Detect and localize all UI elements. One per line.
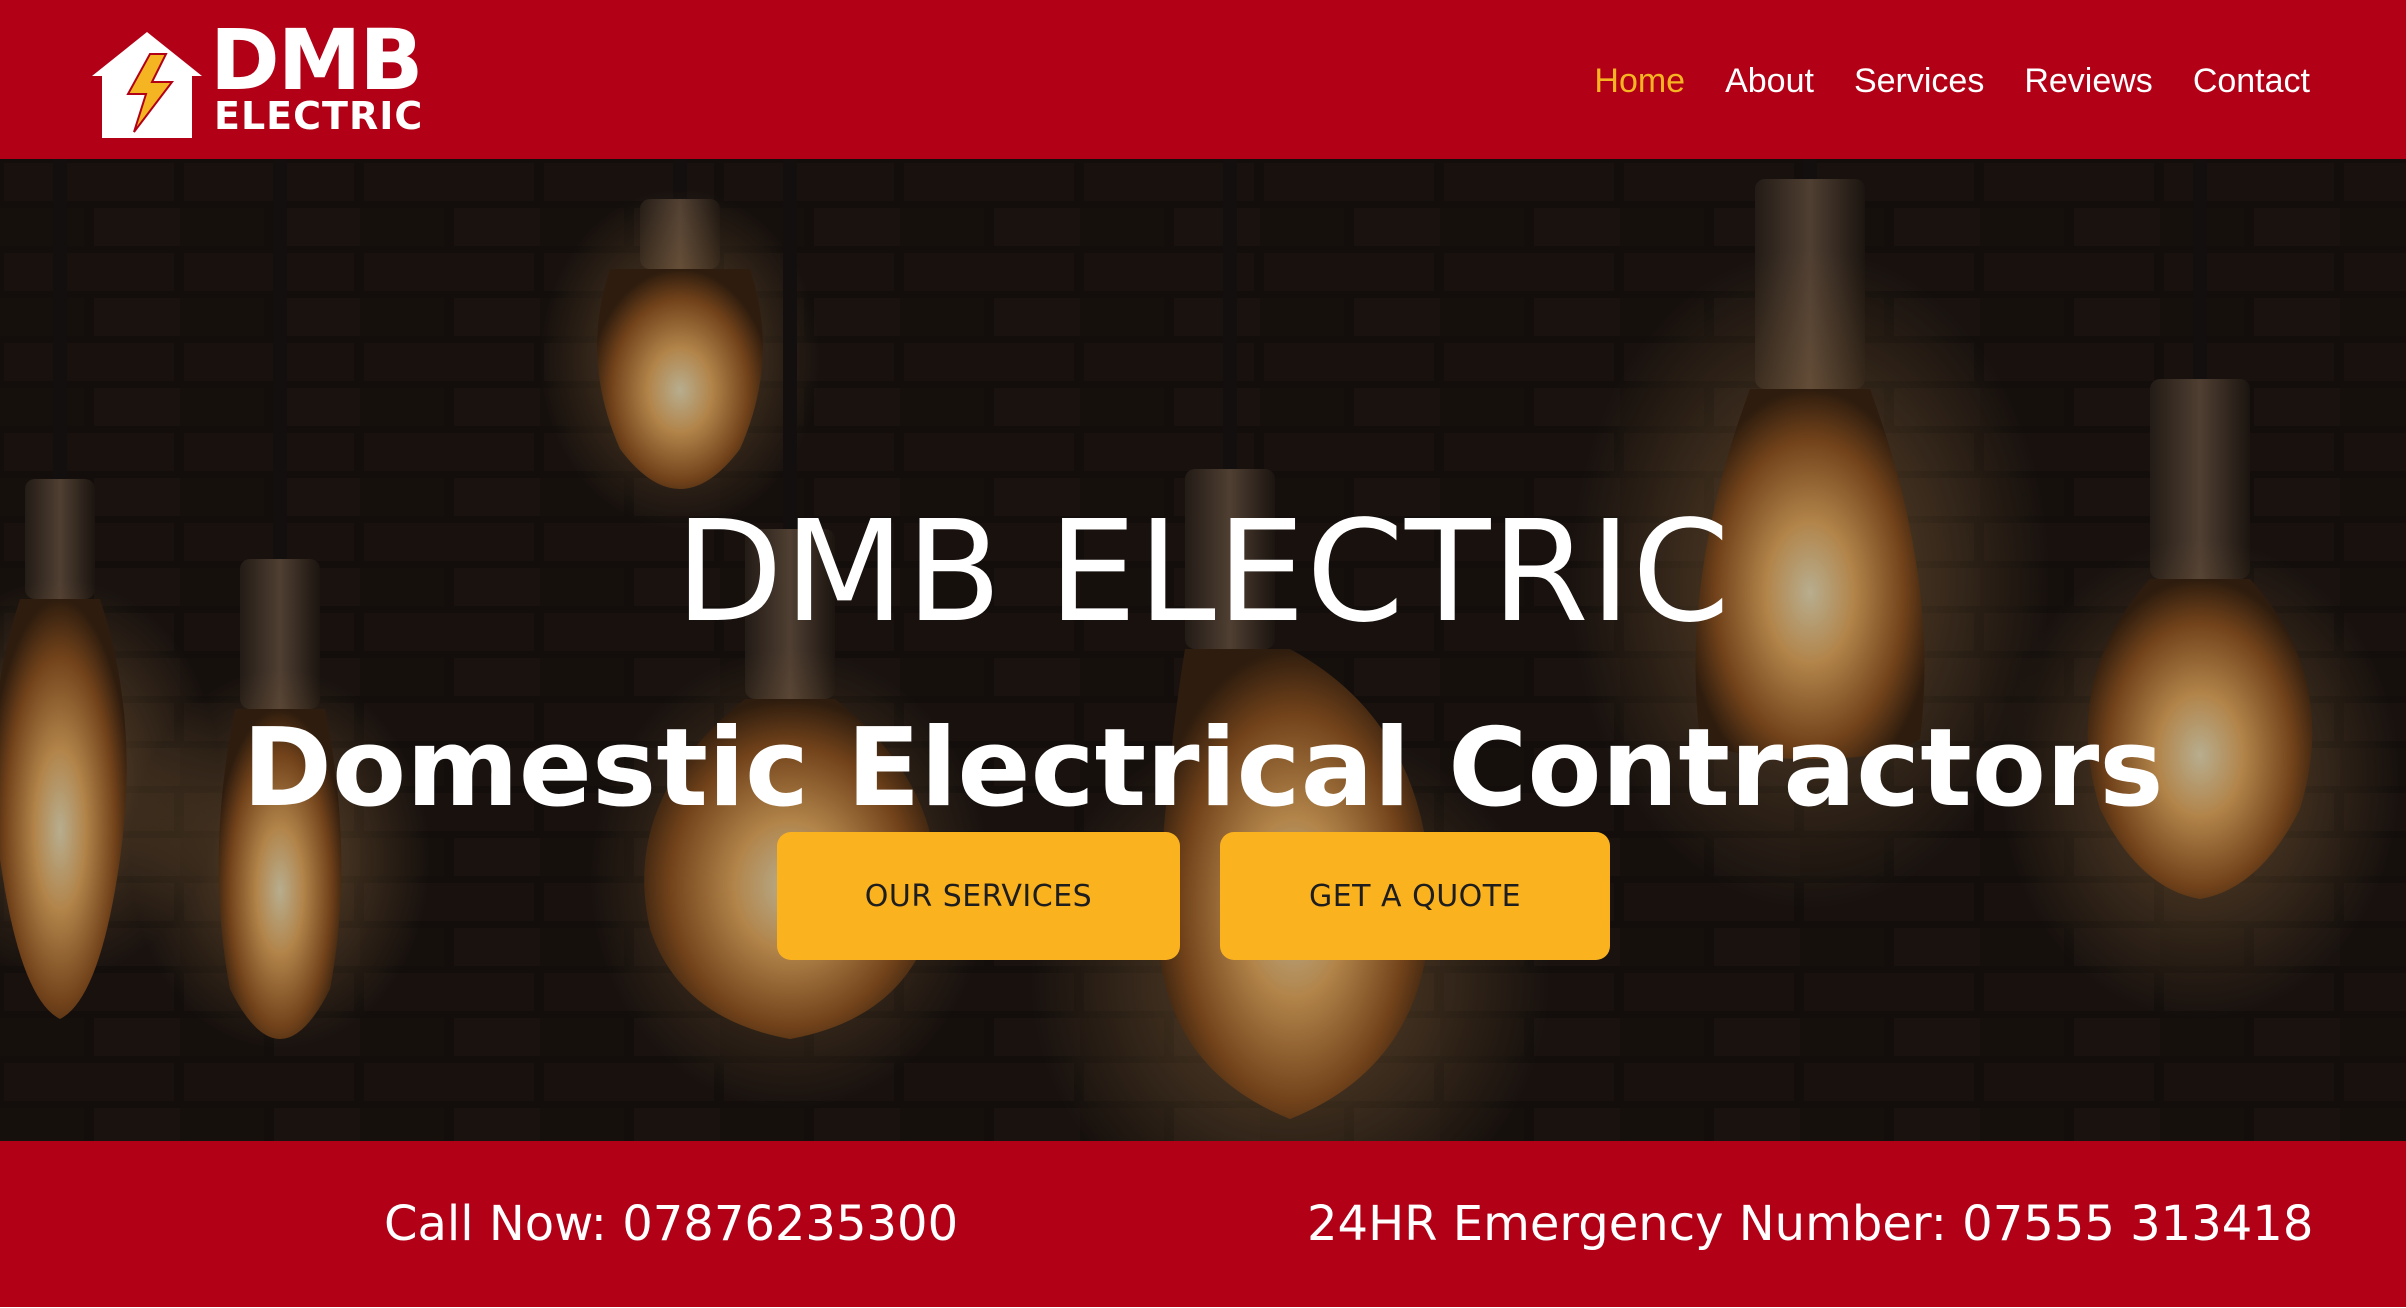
nav-home-link[interactable]: Home	[1594, 62, 1685, 101]
emergency-phone[interactable]: 24HR Emergency Number: 07555 313418	[1307, 1189, 2313, 1259]
logo-line-electric: ELECTRIC	[214, 94, 424, 138]
nav-about-link[interactable]: About	[1725, 62, 1814, 101]
house-lightning-icon	[92, 32, 202, 138]
hero-subtitle: Domestic Electrical Contractors	[242, 705, 2164, 831]
hero-title: DMB ELECTRIC	[675, 490, 1731, 654]
get-a-quote-button[interactable]: GET A QUOTE	[1220, 832, 1610, 960]
contact-bar: Call Now: 07876235300 24HR Emergency Num…	[0, 1141, 2406, 1307]
nav-reviews-link[interactable]: Reviews	[2024, 62, 2152, 101]
site-header: DMB ELECTRIC Home About Services Reviews…	[0, 0, 2406, 159]
nav-services-link[interactable]: Services	[1854, 62, 1984, 101]
logo-line-dmb: DMB	[210, 11, 423, 109]
our-services-button[interactable]: OUR SERVICES	[777, 832, 1180, 960]
logo[interactable]: DMB ELECTRIC	[88, 18, 428, 139]
hero-section: DMB ELECTRIC Domestic Electrical Contrac…	[0, 159, 2406, 1141]
main-nav: Home About Services Reviews Contact	[1594, 56, 2310, 106]
nav-contact-link[interactable]: Contact	[2193, 62, 2310, 101]
call-now-phone[interactable]: Call Now: 07876235300	[384, 1189, 958, 1259]
